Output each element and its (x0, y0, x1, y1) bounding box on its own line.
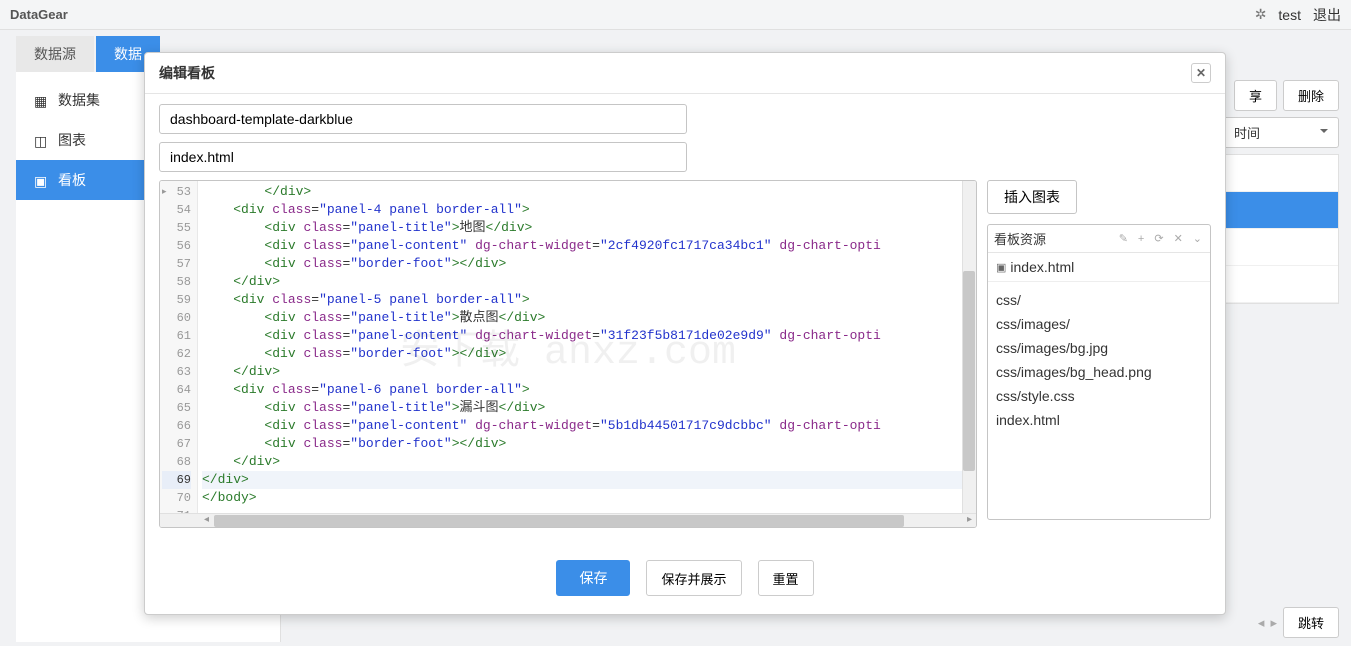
list-item[interactable]: css/images/bg.jpg (996, 336, 1202, 360)
resource-current[interactable]: ▣ index.html (988, 253, 1210, 282)
horizontal-scrollbar[interactable]: ◂▸ (160, 513, 976, 527)
code-line[interactable]: <div class="panel-title">漏斗图</div> (202, 399, 972, 417)
list-item[interactable]: css/style.css (996, 384, 1202, 408)
code-line[interactable]: <div class="border-foot"></div> (202, 345, 972, 363)
dialog-header: 编辑看板 ✕ (145, 53, 1225, 94)
dashboard-name-input[interactable] (159, 104, 687, 134)
code-line[interactable]: </div> (202, 273, 972, 291)
code-line[interactable]: <div class="panel-6 panel border-all"> (202, 381, 972, 399)
list-item[interactable]: css/images/bg_head.png (996, 360, 1202, 384)
resource-box: 看板资源 ✎ + ⟳ ✕ ⌄ ▣ index.html (987, 224, 1211, 520)
dashboard-file-input[interactable] (159, 142, 687, 172)
edit-dashboard-dialog: 编辑看板 ✕ ▸53545556575859606162636465666768… (144, 52, 1226, 615)
code-line[interactable]: <div class="panel-content" dg-chart-widg… (202, 327, 972, 345)
add-icon[interactable]: + (1136, 233, 1146, 245)
fold-icon[interactable]: ▸ (162, 183, 167, 201)
code-line[interactable]: </div> (202, 183, 972, 201)
vertical-scrollbar[interactable] (962, 181, 976, 513)
code-line[interactable]: </div> (202, 453, 972, 471)
save-button[interactable]: 保存 (556, 560, 630, 596)
file-icon: ▣ (996, 261, 1006, 274)
dialog-title: 编辑看板 (159, 63, 215, 83)
code-line[interactable]: </div> (202, 471, 972, 489)
dialog-footer: 保存 保存并展示 重置 (145, 548, 1225, 614)
code-editor[interactable]: ▸53545556575859606162636465666768697071 … (159, 180, 977, 528)
code-line[interactable]: <div class="panel-title">地图</div> (202, 219, 972, 237)
code-line[interactable]: <div class="border-foot"></div> (202, 435, 972, 453)
edit-icon[interactable]: ✎ (1117, 232, 1130, 245)
resource-title: 看板资源 (994, 229, 1117, 248)
code-line[interactable]: </div> (202, 363, 972, 381)
code-line[interactable]: <div class="panel-4 panel border-all"> (202, 201, 972, 219)
dialog-mask: 编辑看板 ✕ ▸53545556575859606162636465666768… (0, 0, 1351, 632)
code-line[interactable]: </body> (202, 489, 972, 507)
list-item[interactable]: css/images/ (996, 312, 1202, 336)
save-show-button[interactable]: 保存并展示 (646, 560, 741, 596)
resource-list: css/css/images/css/images/bg.jpgcss/imag… (988, 282, 1210, 438)
resource-current-label: index.html (1010, 259, 1074, 275)
insert-chart-button[interactable]: 插入图表 (987, 180, 1077, 214)
chevron-down-icon[interactable]: ⌄ (1191, 232, 1204, 245)
code-line[interactable]: <div class="border-foot"></div> (202, 255, 972, 273)
code-line[interactable]: <div class="panel-5 panel border-all"> (202, 291, 972, 309)
code-line[interactable]: <div class="panel-content" dg-chart-widg… (202, 417, 972, 435)
refresh-icon[interactable]: ⟳ (1152, 232, 1165, 245)
list-item[interactable]: index.html (996, 408, 1202, 432)
delete-icon[interactable]: ✕ (1172, 232, 1185, 245)
list-item[interactable]: css/ (996, 288, 1202, 312)
close-icon[interactable]: ✕ (1191, 63, 1211, 83)
reset-button[interactable]: 重置 (758, 560, 814, 596)
code-line[interactable]: <div class="panel-content" dg-chart-widg… (202, 237, 972, 255)
resource-panel: 插入图表 看板资源 ✎ + ⟳ ✕ ⌄ (987, 180, 1211, 528)
code-line[interactable]: <div class="panel-title">散点图</div> (202, 309, 972, 327)
